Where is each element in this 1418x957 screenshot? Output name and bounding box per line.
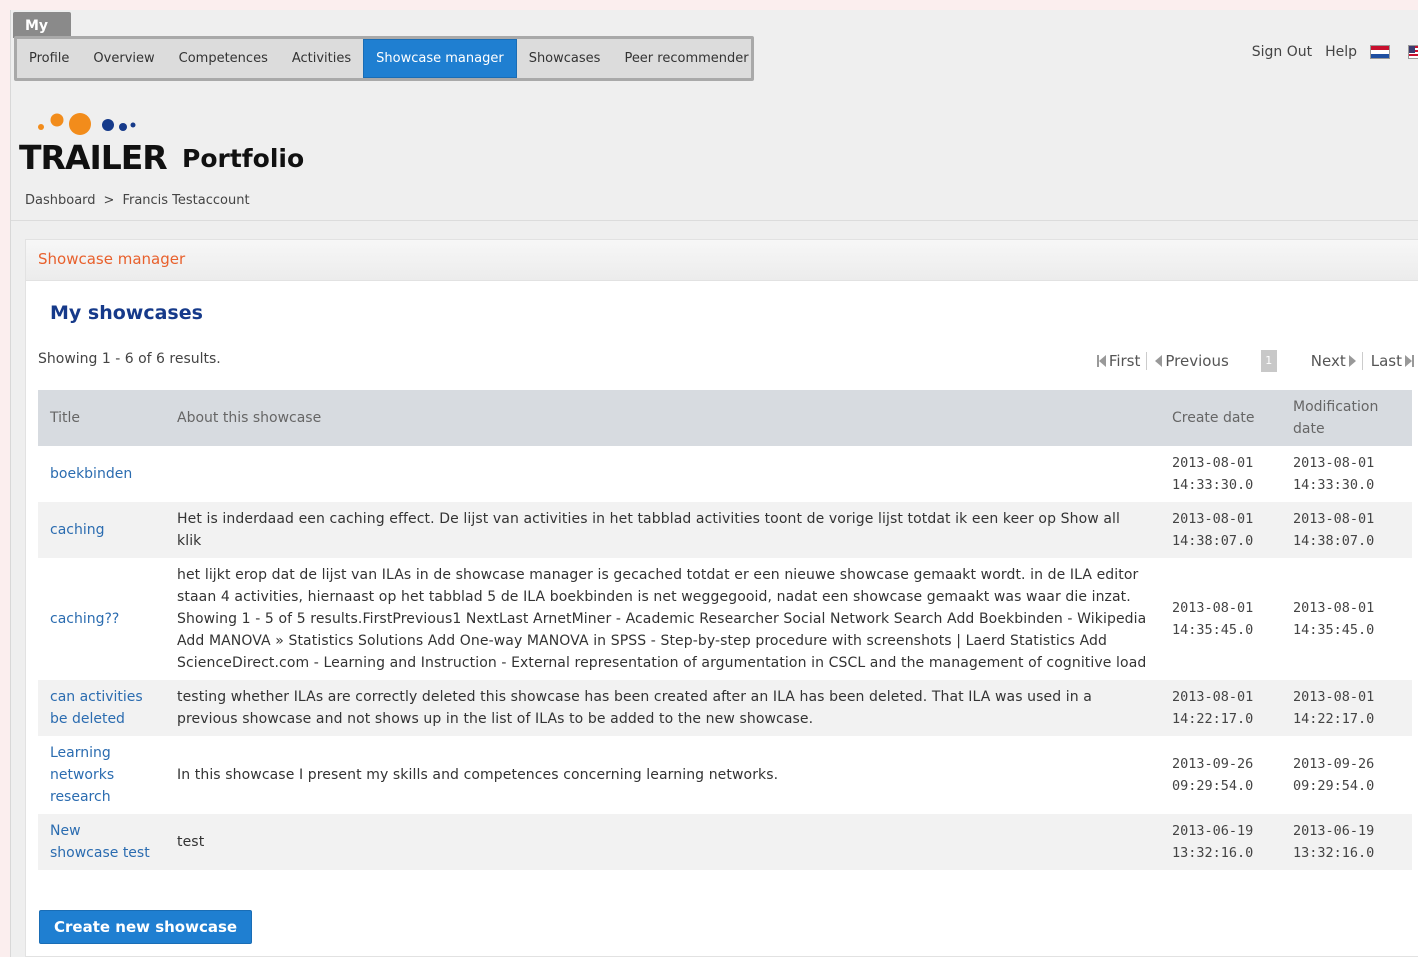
help-link[interactable]: Help <box>1325 44 1357 60</box>
last-page-icon <box>1405 355 1414 367</box>
page-number[interactable]: 1 <box>1260 350 1277 372</box>
sign-out-link[interactable]: Sign Out <box>1252 44 1312 60</box>
tab-peer-recommender[interactable]: Peer recommender <box>612 39 760 78</box>
showcase-about: Het is inderdaad een caching effect. De … <box>165 502 1160 558</box>
showcases-table: Title About this showcase Create date Mo… <box>38 390 1412 870</box>
next-page-icon <box>1348 355 1356 367</box>
showcase-about: In this showcase I present my skills and… <box>177 767 779 783</box>
page-title: My showcases <box>50 302 203 324</box>
create-date: 2013-08-01 14:35:45.0 <box>1172 600 1254 638</box>
results-count: Showing 1 - 6 of 6 results. <box>38 351 221 367</box>
showcase-about: test <box>165 814 1160 870</box>
nl-flag-icon[interactable] <box>1370 45 1390 59</box>
table-header-row: Title About this showcase Create date Mo… <box>38 390 1412 446</box>
table-row: caching Het is inderdaad een caching eff… <box>38 502 1412 558</box>
create-date: 2013-08-01 14:22:17.0 <box>1160 680 1281 736</box>
logo[interactable]: TRAILER Portfolio <box>19 110 319 185</box>
modification-date: 2013-09-26 09:29:54.0 <box>1293 756 1375 794</box>
create-new-showcase-button[interactable]: Create new showcase <box>39 910 253 944</box>
col-create-date[interactable]: Create date <box>1160 390 1281 446</box>
showcase-about: het lijkt erop dat de lijst van ILAs in … <box>177 567 1147 671</box>
create-date: 2013-09-26 09:29:54.0 <box>1172 756 1254 794</box>
tab-showcases[interactable]: Showcases <box>517 39 613 78</box>
pagination: First Previous 1 Next Last <box>1093 350 1418 372</box>
breadcrumb-current: Francis Testaccount <box>122 193 250 208</box>
showcase-title-link[interactable]: caching?? <box>50 611 119 627</box>
create-date: 2013-06-19 13:32:16.0 <box>1160 814 1281 870</box>
breadcrumb-dashboard[interactable]: Dashboard <box>25 193 96 208</box>
create-date: 2013-08-01 14:38:07.0 <box>1160 502 1281 558</box>
showcase-panel: Showcase manager My showcases Showing 1 … <box>25 239 1418 957</box>
logo-text: TRAILER <box>19 138 167 177</box>
panel-header: Showcase manager <box>26 240 1418 281</box>
tab-showcase-manager[interactable]: Showcase manager <box>363 39 517 78</box>
first-page-icon <box>1096 355 1106 367</box>
col-about: About this showcase <box>165 390 1160 446</box>
tab-competences[interactable]: Competences <box>167 39 280 78</box>
tab-overview[interactable]: Overview <box>81 39 166 78</box>
showcase-title-link[interactable]: caching <box>50 522 105 538</box>
showcase-title-link[interactable]: New showcase test <box>50 823 150 861</box>
my-tab[interactable]: My <box>13 12 71 38</box>
logo-suffix: Portfolio <box>182 144 304 173</box>
breadcrumb-separator: > <box>103 193 115 208</box>
modification-date: 2013-08-01 14:22:17.0 <box>1281 680 1412 736</box>
first-page-button[interactable]: First <box>1093 352 1148 370</box>
last-page-button[interactable]: Last <box>1367 352 1418 370</box>
showcase-title-link[interactable]: can activities be deleted <box>50 689 143 727</box>
showcase-about <box>165 446 1160 502</box>
modification-date: 2013-06-19 13:32:16.0 <box>1281 814 1412 870</box>
us-flag-icon[interactable] <box>1408 45 1418 59</box>
col-modification-date[interactable]: Modification date <box>1281 390 1412 446</box>
top-links: Sign Out Help <box>1252 44 1418 60</box>
tab-profile[interactable]: Profile <box>17 39 81 78</box>
table-row: caching?? het lijkt erop dat de lijst va… <box>38 558 1412 680</box>
showcase-title-link[interactable]: Learning networks research <box>50 745 114 805</box>
table-row: can activities be deleted testing whethe… <box>38 680 1412 736</box>
previous-page-icon <box>1155 355 1163 367</box>
main-nav: Profile Overview Competences Activities … <box>14 36 754 81</box>
showcase-title-link[interactable]: boekbinden <box>50 466 132 482</box>
table-row: New showcase test test 2013-06-19 13:32:1… <box>38 814 1412 870</box>
previous-page-button[interactable]: Previous <box>1151 352 1232 370</box>
modification-date: 2013-08-01 14:38:07.0 <box>1281 502 1412 558</box>
create-date: 2013-08-01 14:33:30.0 <box>1172 455 1254 493</box>
next-page-button[interactable]: Next <box>1307 352 1363 370</box>
showcase-about: testing whether ILAs are correctly delet… <box>165 680 1160 736</box>
table-row: boekbinden 2013-08-01 14:33:30.0 2013-08-… <box>38 446 1412 502</box>
modification-date: 2013-08-01 14:33:30.0 <box>1293 455 1375 493</box>
page: My Profile Overview Competences Activiti… <box>10 10 1418 957</box>
breadcrumb: Dashboard > Francis Testaccount <box>25 193 250 208</box>
table-row: Learning networks research In this showc… <box>38 736 1412 814</box>
col-title[interactable]: Title <box>38 390 165 446</box>
modification-date: 2013-08-01 14:35:45.0 <box>1293 600 1375 638</box>
divider <box>11 220 1418 221</box>
tab-activities[interactable]: Activities <box>280 39 363 78</box>
